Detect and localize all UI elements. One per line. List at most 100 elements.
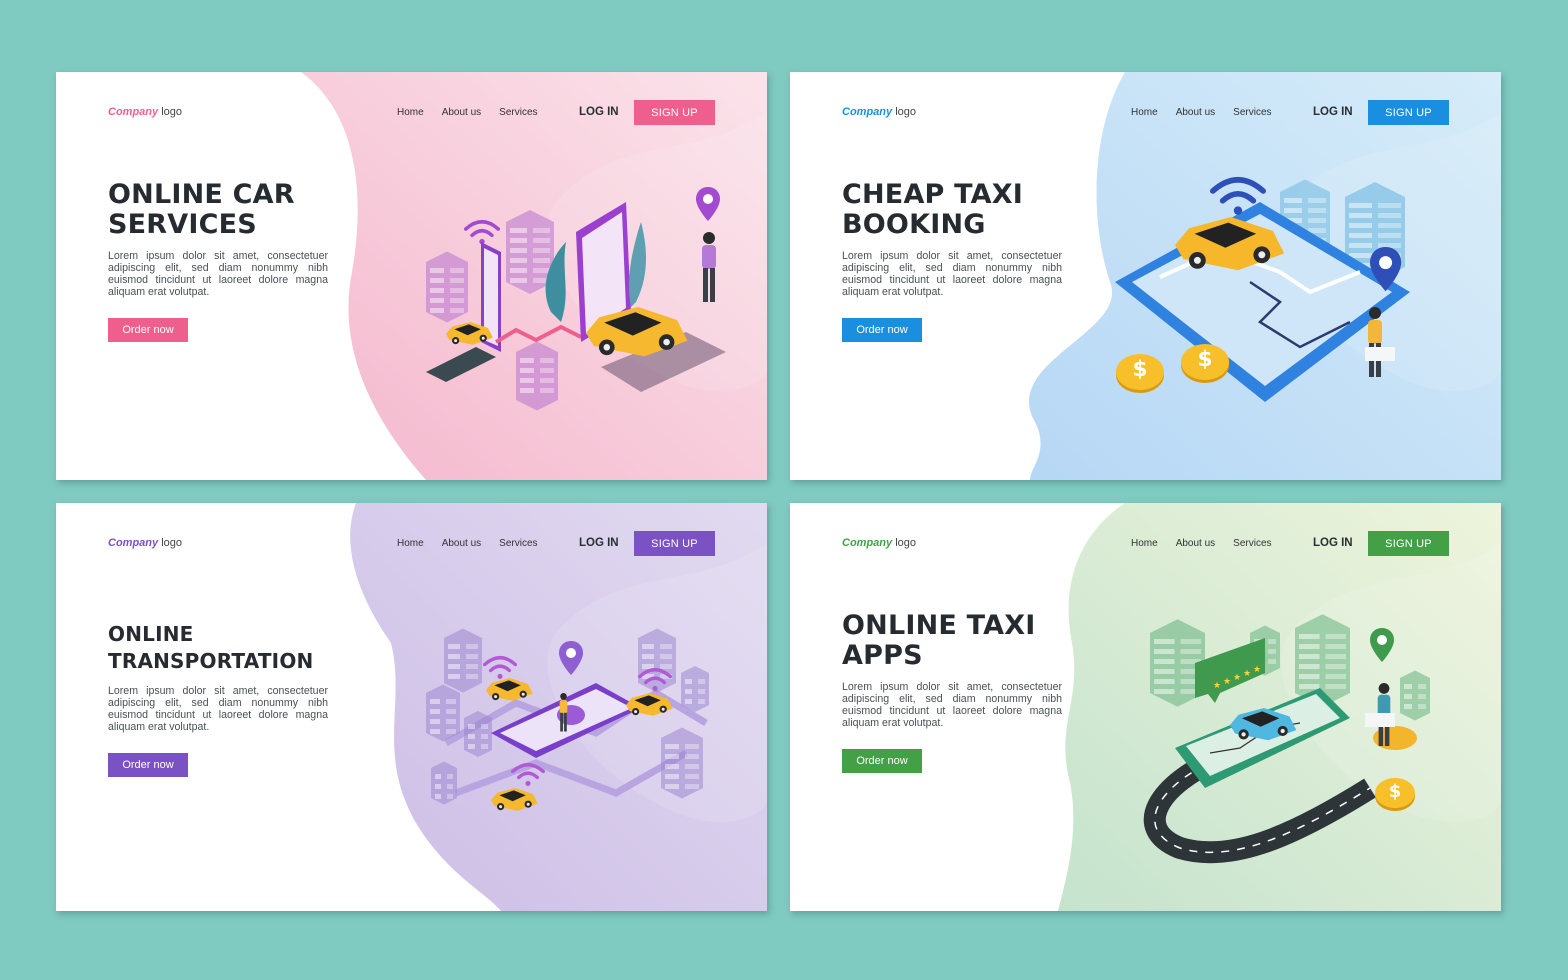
rating-review-icon: ★ ★ ★ ★ ★: [1195, 638, 1265, 703]
hero-illustration: [426, 187, 726, 411]
landing-page-cheap-taxi-booking: Company logo Home About us Services LOG …: [790, 72, 1501, 480]
signup-button[interactable]: SIGN UP: [1368, 531, 1449, 556]
hero-description: Lorem ipsum dolor sit amet, consectetuer…: [108, 685, 328, 733]
logo-suffix: logo: [895, 106, 916, 118]
wifi-signal-icon: [464, 220, 501, 245]
nav-menu: Home About us Services: [1131, 538, 1272, 549]
landing-page-online-car-services: Company logo Home About us Services LOG …: [56, 72, 767, 480]
hero-title: ONLINE CAR SERVICES: [108, 180, 328, 240]
building-icon: [1400, 670, 1430, 721]
hero-section: ONLINE TRANSPORTATION Lorem ipsum dolor …: [108, 621, 328, 777]
leaf-plant: [629, 222, 646, 307]
hero-title-line-2: BOOKING: [842, 209, 986, 240]
logo-suffix: logo: [161, 537, 182, 549]
hero-illustration: $ $: [1115, 177, 1410, 402]
taxi-car-icon: [486, 678, 533, 701]
svg-text:★: ★: [1223, 677, 1231, 687]
coin-icon: $: [1116, 354, 1164, 393]
hero-section: CHEAP TAXI BOOKING Lorem ipsum dolor sit…: [842, 180, 1062, 342]
hero-title-line-1: ONLINE: [108, 622, 194, 646]
nav-link-services[interactable]: Services: [1233, 107, 1271, 118]
nav-link-services[interactable]: Services: [499, 107, 537, 118]
order-now-button[interactable]: Order now: [842, 749, 922, 773]
nav-link-services[interactable]: Services: [1233, 538, 1271, 549]
company-logo[interactable]: Company logo: [842, 537, 916, 549]
hero-title-line-1: ONLINE TAXI: [842, 610, 1036, 641]
hero-title: ONLINE TRANSPORTATION: [108, 621, 328, 675]
person-figure: [702, 232, 716, 302]
signup-button[interactable]: SIGN UP: [634, 100, 715, 125]
building-icon: [426, 684, 460, 742]
company-logo[interactable]: Company logo: [842, 106, 916, 118]
svg-text:★: ★: [1213, 681, 1221, 691]
order-now-button[interactable]: Order now: [108, 318, 188, 342]
nav-menu: Home About us Services: [397, 107, 538, 118]
hero-illustration: [426, 628, 709, 811]
taxi-car-icon: [491, 788, 538, 811]
order-now-button[interactable]: Order now: [108, 753, 188, 777]
logo-brand: Company: [842, 106, 893, 118]
hero-title-line-1: ONLINE CAR: [108, 179, 295, 210]
svg-text:★: ★: [1233, 673, 1241, 683]
login-link[interactable]: LOG IN: [579, 106, 619, 118]
hero-title-line-2: APPS: [842, 640, 923, 671]
location-pin-icon: [559, 641, 583, 675]
laptop-icon: [1365, 347, 1395, 361]
login-link[interactable]: LOG IN: [579, 537, 619, 549]
svg-text:★: ★: [1243, 669, 1251, 679]
svg-text:★: ★: [1253, 665, 1261, 675]
nav-link-about-us[interactable]: About us: [1176, 107, 1215, 118]
nav-link-home[interactable]: Home: [1131, 538, 1158, 549]
login-link[interactable]: LOG IN: [1313, 537, 1353, 549]
signup-button[interactable]: SIGN UP: [634, 531, 715, 556]
hero-title-line-2: TRANSPORTATION: [108, 649, 314, 673]
nav-link-home[interactable]: Home: [1131, 107, 1158, 118]
navbar: Company logo Home About us Services LOG …: [790, 100, 1501, 126]
hero-title-line-1: CHEAP TAXI: [842, 179, 1024, 210]
login-link[interactable]: LOG IN: [1313, 106, 1353, 118]
logo-brand: Company: [108, 106, 159, 118]
building-icon: [431, 761, 457, 805]
nav-menu: Home About us Services: [397, 538, 538, 549]
road: [1143, 747, 1376, 864]
hero-illustration: ★ ★ ★ ★ ★$: [1143, 614, 1430, 864]
hero-title-line-2: SERVICES: [108, 209, 257, 240]
hero-section: ONLINE TAXI APPS Lorem ipsum dolor sit a…: [842, 611, 1062, 773]
coin-icon: $: [1181, 344, 1229, 383]
nav-link-about-us[interactable]: About us: [1176, 538, 1215, 549]
nav-link-about-us[interactable]: About us: [442, 107, 481, 118]
nav-link-services[interactable]: Services: [499, 538, 537, 549]
logo-suffix: logo: [895, 537, 916, 549]
svg-text:$: $: [1132, 357, 1147, 382]
nav-link-home[interactable]: Home: [397, 538, 424, 549]
logo-brand: Company: [842, 537, 893, 549]
building-icon: [638, 628, 676, 693]
company-logo[interactable]: Company logo: [108, 106, 182, 118]
hero-description: Lorem ipsum dolor sit amet, consectetuer…: [842, 250, 1062, 298]
company-logo[interactable]: Company logo: [108, 537, 182, 549]
svg-text:$: $: [1389, 781, 1402, 802]
nav-link-home[interactable]: Home: [397, 107, 424, 118]
building-icon: [516, 341, 558, 411]
wifi-signal-icon: [483, 656, 518, 679]
landing-page-online-taxi-apps: Company logo Home About us Services LOG …: [790, 503, 1501, 911]
signup-button[interactable]: SIGN UP: [1368, 100, 1449, 125]
location-pin-icon: [696, 187, 720, 221]
route-line: [494, 324, 582, 344]
navbar: Company logo Home About us Services LOG …: [790, 531, 1501, 557]
building-icon: [464, 711, 492, 757]
navbar: Company logo Home About us Services LOG …: [56, 100, 767, 126]
svg-text:$: $: [1197, 347, 1212, 372]
coin-icon: $: [1375, 778, 1415, 811]
hero-section: ONLINE CAR SERVICES Lorem ipsum dolor si…: [108, 180, 328, 342]
order-now-button[interactable]: Order now: [842, 318, 922, 342]
hero-title: CHEAP TAXI BOOKING: [842, 180, 1062, 240]
laptop-icon: [1365, 713, 1395, 727]
logo-brand: Company: [108, 537, 159, 549]
nav-link-about-us[interactable]: About us: [442, 538, 481, 549]
building-icon: [426, 251, 468, 323]
landing-page-online-transportation: Company logo Home About us Services LOG …: [56, 503, 767, 911]
road: [426, 347, 496, 382]
hero-description: Lorem ipsum dolor sit amet, consectetuer…: [108, 250, 328, 298]
building-icon: [661, 727, 703, 799]
